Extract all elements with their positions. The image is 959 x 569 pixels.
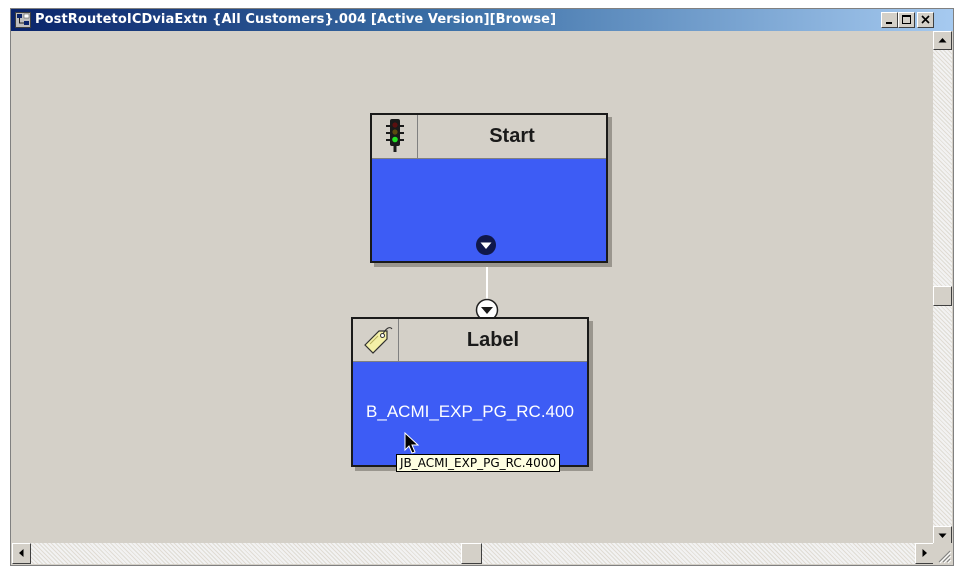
tag-icon xyxy=(364,327,393,354)
label-node-header: Label xyxy=(353,319,587,362)
maximize-icon xyxy=(902,15,911,24)
close-button[interactable] xyxy=(917,12,934,28)
output-arrow-icon[interactable] xyxy=(475,234,497,256)
label-node-value: B_ACMI_EXP_PG_RC.400 xyxy=(366,402,574,421)
start-node-icon-box xyxy=(372,115,418,158)
label-node-body: B_ACMI_EXP_PG_RC.400 xyxy=(353,362,587,465)
vertical-scroll-thumb[interactable] xyxy=(933,286,952,306)
label-node[interactable]: Label B_ACMI_EXP_PG_RC.400 xyxy=(351,317,589,467)
connector-line xyxy=(486,261,488,303)
resize-grip-icon xyxy=(938,550,952,564)
maximize-button[interactable] xyxy=(898,12,915,28)
start-node-header: Start xyxy=(372,115,606,159)
editor-window: PostRoutetoICDviaExtn {All Customers}.00… xyxy=(10,8,954,566)
minimize-button[interactable] xyxy=(881,12,898,28)
start-node-body xyxy=(372,159,606,261)
scroll-right-icon xyxy=(922,549,927,557)
app-icon xyxy=(15,12,31,28)
horizontal-scrollbar[interactable] xyxy=(12,543,934,564)
horizontal-scroll-thumb[interactable] xyxy=(461,543,482,564)
scroll-down-icon xyxy=(938,533,947,538)
scroll-left-button[interactable] xyxy=(12,543,31,564)
close-icon xyxy=(921,15,930,24)
label-node-title: Label xyxy=(466,328,520,351)
traffic-light-icon xyxy=(386,119,404,152)
resize-grip[interactable] xyxy=(933,543,952,564)
scroll-up-icon xyxy=(938,38,947,43)
title-bar[interactable]: PostRoutetoICDviaExtn {All Customers}.00… xyxy=(11,9,953,31)
label-node-icon-box xyxy=(353,319,399,361)
window-title: PostRoutetoICDviaExtn {All Customers}.00… xyxy=(35,12,557,27)
scroll-up-button[interactable] xyxy=(933,31,952,50)
tooltip: JB_ACMI_EXP_PG_RC.4000 xyxy=(396,454,561,472)
start-node[interactable]: Start xyxy=(370,113,608,263)
scroll-right-button[interactable] xyxy=(915,543,934,564)
start-node-title: Start xyxy=(489,125,535,147)
scroll-left-icon xyxy=(19,549,24,557)
vertical-scrollbar[interactable] xyxy=(933,31,952,545)
flow-canvas[interactable]: Start Label B_ACMI_EXP_PG_RC.400 JB_ACMI… xyxy=(12,31,932,543)
mouse-pointer-icon xyxy=(404,432,420,454)
minimize-icon xyxy=(886,22,892,24)
